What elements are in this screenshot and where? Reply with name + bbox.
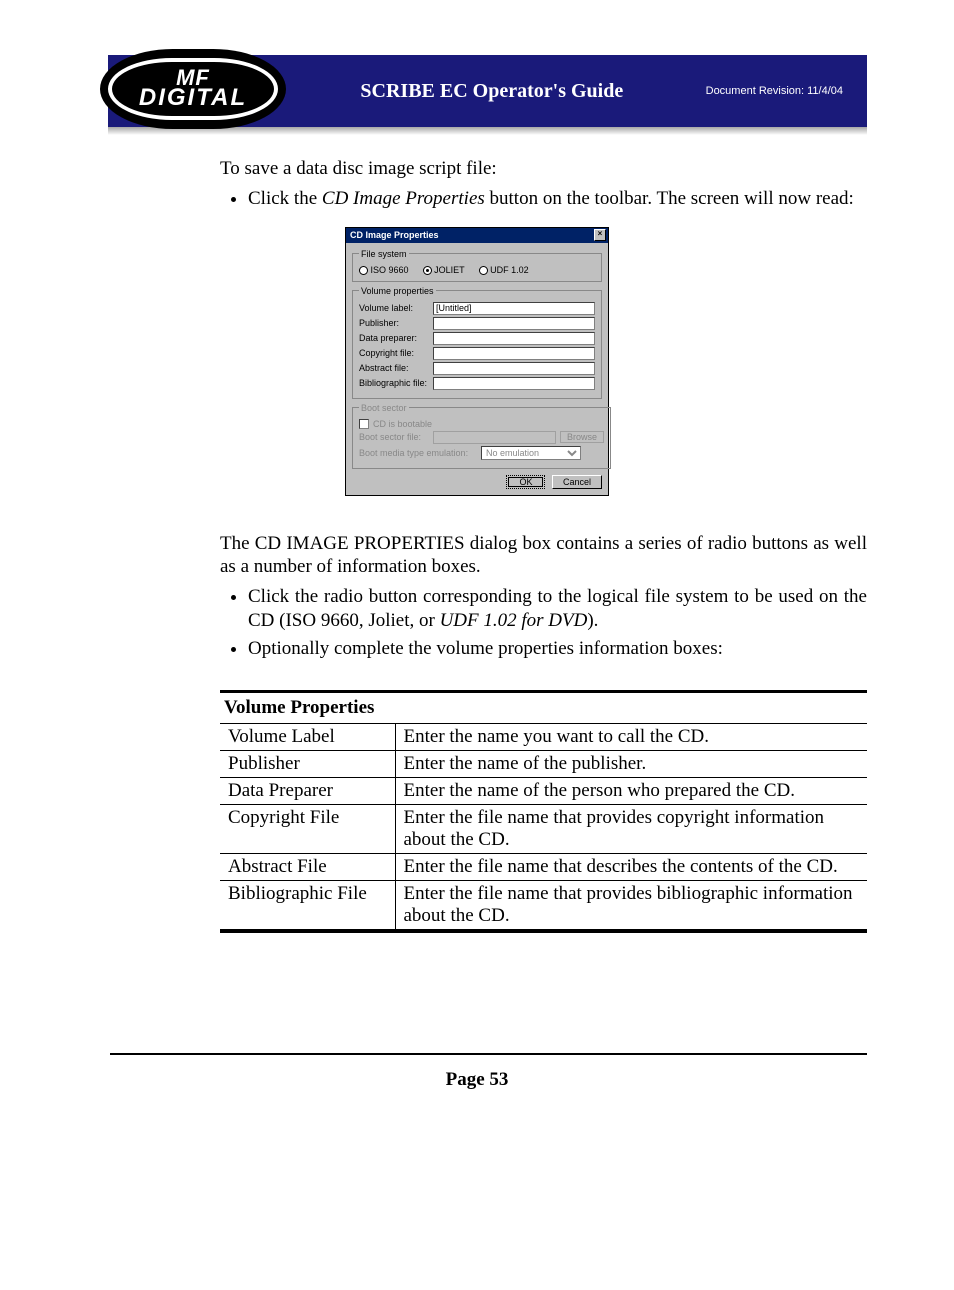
bibliographic-file-input[interactable] (433, 377, 595, 390)
table-key: Publisher (220, 751, 395, 778)
volume-properties-table-title: Volume Properties (220, 690, 867, 723)
intro-bullet-1: Click the CD Image Properties button on … (248, 187, 867, 211)
publisher-label: Publisher: (359, 318, 429, 328)
cd-bootable-label: CD is bootable (373, 419, 432, 429)
brand-logo-inner: MF DIGITAL (108, 58, 278, 120)
browse-button: Browse (560, 431, 604, 443)
dialog-title: CD Image Properties (350, 230, 439, 240)
boot-media-emulation-label: Boot media type emulation: (359, 448, 477, 458)
cd-bootable-checkbox[interactable] (359, 419, 369, 429)
volume-properties-table-wrap: Volume Properties Volume LabelEnter the … (220, 690, 867, 933)
close-icon[interactable]: × (594, 229, 606, 241)
bibliographic-file-label: Bibliographic file: (359, 378, 429, 388)
page-number: Page 53 (0, 1069, 954, 1091)
dialog-titlebar: CD Image Properties × (346, 228, 608, 243)
radio-udf102[interactable]: UDF 1.02 (479, 265, 529, 275)
file-system-legend: File system (359, 249, 409, 259)
table-value: Enter the file name that provides copyri… (395, 805, 867, 854)
table-key: Volume Label (220, 724, 395, 751)
ab1-i: UDF 1.02 for DVD (440, 610, 588, 631)
table-row: Bibliographic FileEnter the file name th… (220, 881, 867, 930)
radio-udf102-label: UDF 1.02 (490, 265, 529, 275)
ok-button[interactable]: OK (506, 475, 545, 489)
publisher-input[interactable] (433, 317, 595, 330)
volume-properties-legend: Volume properties (359, 286, 436, 296)
boot-media-emulation-select: No emulation (481, 446, 581, 460)
table-key: Abstract File (220, 854, 395, 881)
cancel-button[interactable]: Cancel (552, 475, 602, 489)
after-dialog-text: The CD IMAGE PROPERTIES dialog box conta… (220, 532, 867, 661)
ab1-b: ). (587, 610, 598, 631)
copyright-file-label: Copyright file: (359, 348, 429, 358)
footer-rule (110, 1053, 867, 1055)
table-key: Copyright File (220, 805, 395, 854)
table-value: Enter the file name that provides biblio… (395, 881, 867, 930)
abstract-file-input[interactable] (433, 362, 595, 375)
table-row: Volume LabelEnter the name you want to c… (220, 724, 867, 751)
table-row: PublisherEnter the name of the publisher… (220, 751, 867, 778)
doc-revision: Document Revision: 11/4/04 (706, 85, 843, 97)
radio-iso9660[interactable]: ISO 9660 (359, 265, 409, 275)
cd-image-properties-dialog: CD Image Properties × File system ISO 96… (345, 227, 609, 496)
data-preparer-label: Data preparer: (359, 333, 429, 343)
radio-iso9660-label: ISO 9660 (371, 265, 409, 275)
table-row: Data PreparerEnter the name of the perso… (220, 778, 867, 805)
guide-title: SCRIBE EC Operator's Guide (278, 80, 706, 103)
copyright-file-input[interactable] (433, 347, 595, 360)
radio-joliet-label: JOLIET (434, 265, 465, 275)
intro-lead: To save a data disc image script file: (220, 157, 867, 181)
table-row: Abstract FileEnter the file name that de… (220, 854, 867, 881)
boot-sector-file-input (433, 431, 556, 444)
page-header: MF DIGITAL SCRIBE EC Operator's Guide Do… (108, 55, 867, 127)
logo-text-2: DIGITAL (139, 88, 247, 108)
after-para: The CD IMAGE PROPERTIES dialog box conta… (220, 532, 867, 580)
b1-italic: CD Image Properties (322, 188, 485, 209)
intro-text: To save a data disc image script file: C… (220, 157, 867, 211)
file-system-group: File system ISO 9660 JOLIET UDF 1.02 (352, 249, 602, 282)
after-bullet-1: Click the radio button corresponding to … (248, 585, 867, 633)
abstract-file-label: Abstract file: (359, 363, 429, 373)
table-value: Enter the name of the person who prepare… (395, 778, 867, 805)
table-row: Copyright FileEnter the file name that p… (220, 805, 867, 854)
b1-prefix: Click the (248, 188, 322, 209)
boot-sector-group: Boot sector CD is bootable Boot sector f… (352, 403, 611, 469)
volume-label-input[interactable] (433, 302, 595, 315)
volume-properties-table: Volume LabelEnter the name you want to c… (220, 723, 867, 929)
boot-sector-legend: Boot sector (359, 403, 409, 413)
after-bullet-2: Optionally complete the volume propertie… (248, 637, 867, 661)
table-value: Enter the file name that describes the c… (395, 854, 867, 881)
volume-properties-group: Volume properties Volume label: Publishe… (352, 286, 602, 399)
data-preparer-input[interactable] (433, 332, 595, 345)
table-value: Enter the name of the publisher. (395, 751, 867, 778)
radio-joliet[interactable]: JOLIET (423, 265, 465, 275)
table-value: Enter the name you want to call the CD. (395, 724, 867, 751)
volume-label-label: Volume label: (359, 303, 429, 313)
boot-sector-file-label: Boot sector file: (359, 432, 429, 442)
brand-logo: MF DIGITAL (100, 49, 286, 129)
table-key: Data Preparer (220, 778, 395, 805)
table-key: Bibliographic File (220, 881, 395, 930)
b1-suffix: button on the toolbar. The screen will n… (485, 188, 854, 209)
document-page: MF DIGITAL SCRIBE EC Operator's Guide Do… (0, 55, 954, 1290)
